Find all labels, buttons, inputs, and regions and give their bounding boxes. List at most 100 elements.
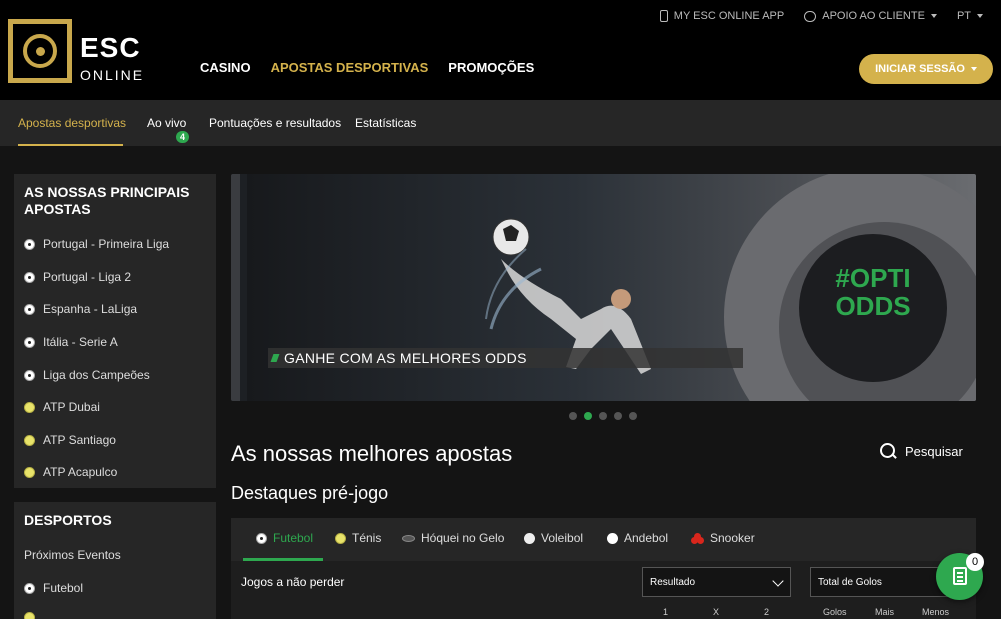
banner-caption-text: GANHE COM AS MELHORES ODDS xyxy=(284,350,527,366)
tab-label: Futebol xyxy=(273,531,314,545)
hockey-puck-icon xyxy=(402,534,415,542)
carousel-dot-active[interactable] xyxy=(584,412,592,420)
badge-line-2: ODDS xyxy=(835,291,911,321)
tennis-ball-icon xyxy=(24,612,35,619)
phone-icon xyxy=(659,10,668,22)
tab-label: Ténis xyxy=(352,531,382,545)
col-home: 1 xyxy=(663,607,669,617)
clipboard-icon xyxy=(953,567,967,585)
subnav-scores-results[interactable]: Pontuações e resultados xyxy=(209,116,341,130)
search-button[interactable]: Pesquisar xyxy=(880,443,963,460)
top-header: ESC ONLINE CASINO APOSTAS DESPORTIVAS PR… xyxy=(0,0,1001,100)
soccer-ball-icon xyxy=(24,303,35,315)
sports-panel-title: DESPORTOS xyxy=(24,512,112,528)
promo-banner[interactable]: #OPTI ODDS GANHE COM AS MELHORES ODDS xyxy=(231,174,976,401)
sidebar-item-tennis[interactable] xyxy=(24,612,35,619)
badge-line-1: #OPTI xyxy=(835,263,911,293)
top-bets-title: AS NOSSAS PRINCIPAIS APOSTAS xyxy=(24,184,190,217)
tab-label: Hóquei no Gelo xyxy=(421,531,505,545)
chevron-down-icon xyxy=(977,14,983,18)
sidebar-item-upcoming-events[interactable]: Próximos Eventos xyxy=(24,548,121,562)
carousel-dot[interactable] xyxy=(614,412,622,420)
sidebar-item-label: Próximos Eventos xyxy=(24,548,121,562)
tennis-ball-icon xyxy=(24,434,35,446)
sidebar-item-champions-league[interactable]: Liga dos Campeões xyxy=(24,368,150,382)
sidebar-item-atp-dubai[interactable]: ATP Dubai xyxy=(24,400,100,414)
sports-panel: DESPORTOS Próximos Eventos Futebol xyxy=(14,502,216,619)
tennis-ball-icon xyxy=(335,532,346,544)
select-value: Total de Golos xyxy=(818,577,882,588)
nav-sports-betting[interactable]: APOSTAS DESPORTIVAS xyxy=(271,60,429,75)
sidebar-item-liga-2[interactable]: Portugal - Liga 2 xyxy=(24,270,131,284)
tab-tennis[interactable]: Ténis xyxy=(335,531,381,545)
active-tab-indicator xyxy=(18,144,123,146)
sport-tabs: Futebol Ténis Hóquei no Gelo Voleibol An… xyxy=(231,518,976,561)
section-title: As nossas melhores apostas xyxy=(231,441,513,466)
logo-online-text: ONLINE xyxy=(80,67,145,83)
soccer-ball-icon xyxy=(24,336,35,348)
opti-odds-text: #OPTI ODDS xyxy=(799,264,947,320)
subnav-live[interactable]: Ao vivo xyxy=(147,116,186,130)
section-subtitle: Destaques pré-jogo xyxy=(231,483,389,503)
sidebar-item-label: ATP Acapulco xyxy=(43,465,118,479)
soccer-ball-icon xyxy=(24,369,35,381)
sidebar-item-primeira-liga[interactable]: Portugal - Primeira Liga xyxy=(24,237,169,251)
sidebar-item-label: Futebol xyxy=(43,581,84,595)
banner-caption: GANHE COM AS MELHORES ODDS xyxy=(268,348,743,368)
language-select[interactable]: PT xyxy=(957,10,983,22)
subnav-sports-betting[interactable]: Apostas desportivas xyxy=(18,116,126,130)
select-value: Resultado xyxy=(650,577,696,588)
chevron-down-icon xyxy=(930,14,937,18)
logo-emblem xyxy=(8,19,72,83)
carousel-dot[interactable] xyxy=(569,412,577,420)
support-link-label: APOIO AO CLIENTE xyxy=(822,10,925,22)
chevron-down-icon xyxy=(772,575,784,587)
carousel-dots xyxy=(569,412,637,420)
sidebar-item-atp-santiago[interactable]: ATP Santiago xyxy=(24,433,116,447)
login-button[interactable]: INICIAR SESSÃO xyxy=(859,54,993,84)
support-link[interactable]: APOIO AO CLIENTE xyxy=(804,10,937,22)
soccer-ball-icon xyxy=(24,238,35,250)
col-draw: X xyxy=(713,607,720,617)
nav-casino[interactable]: CASINO xyxy=(200,60,251,75)
app-link-label: MY ESC ONLINE APP xyxy=(673,10,785,22)
language-label: PT xyxy=(956,10,971,22)
main-nav: CASINO APOSTAS DESPORTIVAS PROMOÇÕES xyxy=(200,60,534,75)
subnav-statistics[interactable]: Estatísticas xyxy=(355,116,416,130)
col-away: 2 xyxy=(764,607,770,617)
tab-handball[interactable]: Andebol xyxy=(607,531,668,545)
sidebar-item-serie-a[interactable]: Itália - Serie A xyxy=(24,335,118,349)
tab-label: Snooker xyxy=(710,531,755,545)
sidebar-item-label: ATP Santiago xyxy=(43,433,116,447)
esc-online-logo[interactable]: ESC ONLINE xyxy=(8,19,148,85)
tennis-ball-icon xyxy=(24,466,35,478)
betslip-count-badge: 0 xyxy=(966,553,984,571)
sidebar-item-football[interactable]: Futebol xyxy=(24,581,83,595)
sidebar-item-label: Liga dos Campeões xyxy=(43,368,150,382)
sidebar-item-label: Espanha - LaLiga xyxy=(43,302,138,316)
tab-snooker[interactable]: Snooker xyxy=(691,531,755,545)
logo-esc-text: ESC xyxy=(80,32,141,63)
volleyball-icon xyxy=(524,532,535,544)
tab-football[interactable]: Futebol xyxy=(256,531,313,545)
odds-column-header xyxy=(231,603,976,619)
sidebar-item-label: Itália - Serie A xyxy=(43,335,118,349)
carousel-dot[interactable] xyxy=(629,412,637,420)
login-button-label: INICIAR SESSÃO xyxy=(875,63,965,75)
sidebar-item-laliga[interactable]: Espanha - LaLiga xyxy=(24,302,137,316)
top-bets-panel: AS NOSSAS PRINCIPAIS APOSTAS Portugal - … xyxy=(14,174,216,488)
app-link[interactable]: MY ESC ONLINE APP xyxy=(659,10,785,22)
tab-volleyball[interactable]: Voleibol xyxy=(524,531,583,545)
tab-ice-hockey[interactable]: Hóquei no Gelo xyxy=(402,531,504,545)
search-icon xyxy=(880,443,897,460)
snooker-balls-icon xyxy=(691,532,704,544)
soccer-ball-icon xyxy=(24,271,35,283)
handball-icon xyxy=(607,532,618,544)
chevron-down-icon xyxy=(970,67,977,71)
sidebar-item-atp-acapulco[interactable]: ATP Acapulco xyxy=(24,465,117,479)
live-count-badge: 4 xyxy=(176,131,189,143)
market-select-result[interactable]: Resultado xyxy=(642,567,791,597)
nav-promotions[interactable]: PROMOÇÕES xyxy=(448,60,534,75)
carousel-dot[interactable] xyxy=(599,412,607,420)
search-label: Pesquisar xyxy=(905,444,963,459)
